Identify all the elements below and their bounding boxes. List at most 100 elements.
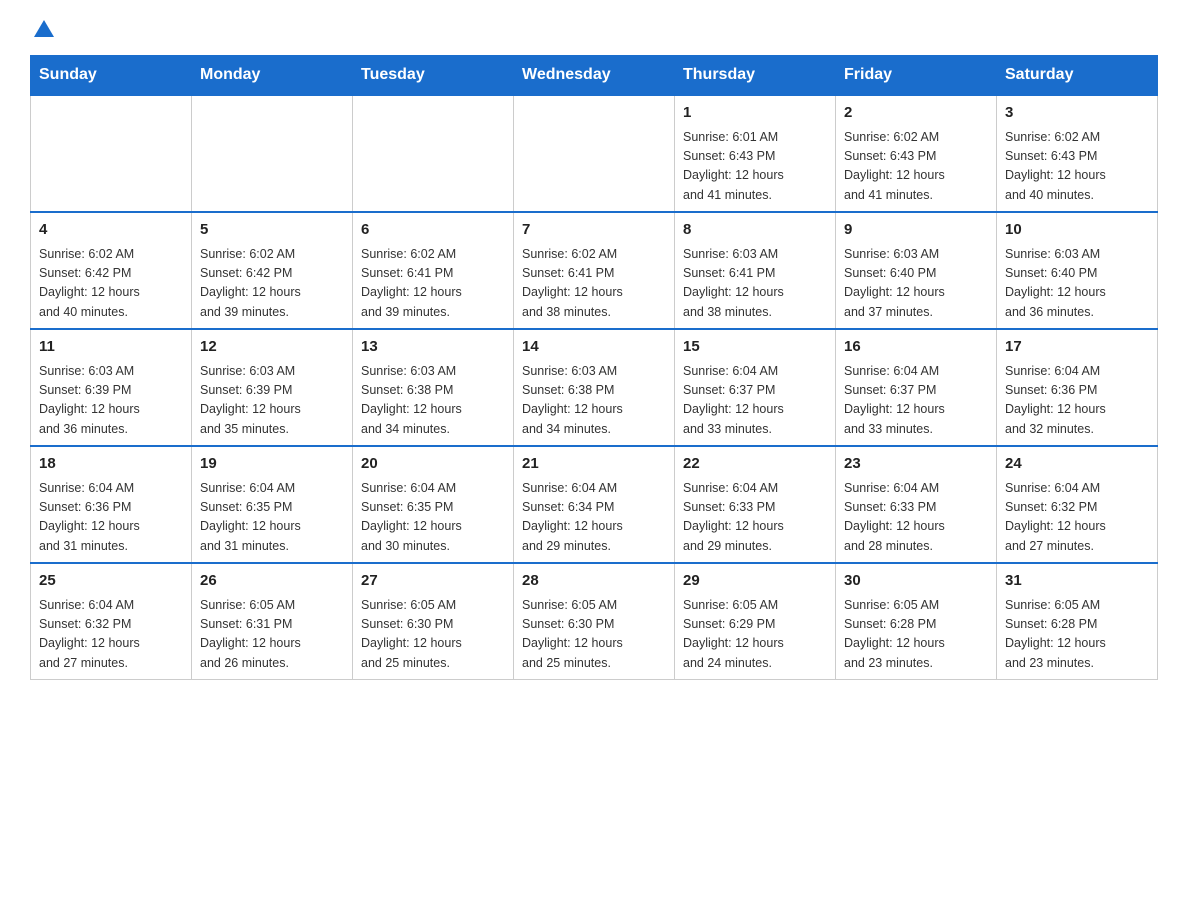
week-row: 18 Sunrise: 6:04 AMSunset: 6:36 PMDayligh… bbox=[31, 446, 1158, 563]
day-number: 26 bbox=[200, 570, 344, 593]
day-info: Sunrise: 6:04 AMSunset: 6:36 PMDaylight:… bbox=[1005, 362, 1149, 440]
week-row: 1 Sunrise: 6:01 AMSunset: 6:43 PMDaylight… bbox=[31, 95, 1158, 212]
calendar-cell: 10Sunrise: 6:03 AMSunset: 6:40 PMDayligh… bbox=[997, 212, 1158, 329]
day-number: 5 bbox=[200, 219, 344, 242]
day-number: 23 bbox=[844, 453, 988, 476]
calendar-cell: 15 Sunrise: 6:04 AMSunset: 6:37 PMDayligh… bbox=[675, 329, 836, 446]
calendar-cell: 3 Sunrise: 6:02 AMSunset: 6:43 PMDaylight… bbox=[997, 95, 1158, 212]
calendar-cell: 12 Sunrise: 6:03 AMSunset: 6:39 PMDayligh… bbox=[192, 329, 353, 446]
day-info: Sunrise: 6:03 AMSunset: 6:41 PMDaylight:… bbox=[683, 245, 827, 323]
day-number: 14 bbox=[522, 336, 666, 359]
day-info: Sunrise: 6:05 AMSunset: 6:30 PMDaylight:… bbox=[361, 596, 505, 674]
day-info: Sunrise: 6:01 AMSunset: 6:43 PMDaylight:… bbox=[683, 128, 827, 206]
calendar-day-header: Wednesday bbox=[514, 56, 675, 96]
day-number: 6 bbox=[361, 219, 505, 242]
week-row: 25 Sunrise: 6:04 AMSunset: 6:32 PMDayligh… bbox=[31, 563, 1158, 680]
calendar-cell: 17 Sunrise: 6:04 AMSunset: 6:36 PMDayligh… bbox=[997, 329, 1158, 446]
calendar-cell: 27 Sunrise: 6:05 AMSunset: 6:30 PMDayligh… bbox=[353, 563, 514, 680]
day-number: 12 bbox=[200, 336, 344, 359]
day-number: 4 bbox=[39, 219, 183, 242]
day-number: 8 bbox=[683, 219, 827, 242]
day-info: Sunrise: 6:02 AMSunset: 6:43 PMDaylight:… bbox=[844, 128, 988, 206]
day-info: Sunrise: 6:04 AMSunset: 6:37 PMDaylight:… bbox=[683, 362, 827, 440]
day-info: Sunrise: 6:02 AMSunset: 6:43 PMDaylight:… bbox=[1005, 128, 1149, 206]
calendar-cell: 14Sunrise: 6:03 AMSunset: 6:38 PMDayligh… bbox=[514, 329, 675, 446]
day-info: Sunrise: 6:03 AMSunset: 6:39 PMDaylight:… bbox=[200, 362, 344, 440]
calendar-cell: 31 Sunrise: 6:05 AMSunset: 6:28 PMDayligh… bbox=[997, 563, 1158, 680]
logo-triangle-icon bbox=[34, 20, 54, 37]
calendar-cell: 24Sunrise: 6:04 AMSunset: 6:32 PMDayligh… bbox=[997, 446, 1158, 563]
calendar-cell bbox=[192, 95, 353, 212]
week-row: 11 Sunrise: 6:03 AMSunset: 6:39 PMDayligh… bbox=[31, 329, 1158, 446]
calendar-cell: 20 Sunrise: 6:04 AMSunset: 6:35 PMDayligh… bbox=[353, 446, 514, 563]
calendar-cell: 30Sunrise: 6:05 AMSunset: 6:28 PMDayligh… bbox=[836, 563, 997, 680]
calendar-cell: 18 Sunrise: 6:04 AMSunset: 6:36 PMDayligh… bbox=[31, 446, 192, 563]
calendar-day-header: Friday bbox=[836, 56, 997, 96]
day-number: 13 bbox=[361, 336, 505, 359]
calendar-cell: 23 Sunrise: 6:04 AMSunset: 6:33 PMDayligh… bbox=[836, 446, 997, 563]
day-info: Sunrise: 6:05 AMSunset: 6:28 PMDaylight:… bbox=[1005, 596, 1149, 674]
day-info: Sunrise: 6:05 AMSunset: 6:31 PMDaylight:… bbox=[200, 596, 344, 674]
calendar-day-header: Sunday bbox=[31, 56, 192, 96]
day-number: 21 bbox=[522, 453, 666, 476]
calendar-cell: 13Sunrise: 6:03 AMSunset: 6:38 PMDayligh… bbox=[353, 329, 514, 446]
calendar-table: SundayMondayTuesdayWednesdayThursdayFrid… bbox=[30, 55, 1158, 680]
day-info: Sunrise: 6:02 AMSunset: 6:41 PMDaylight:… bbox=[361, 245, 505, 323]
day-number: 9 bbox=[844, 219, 988, 242]
day-number: 29 bbox=[683, 570, 827, 593]
day-number: 1 bbox=[683, 102, 827, 125]
day-info: Sunrise: 6:02 AMSunset: 6:42 PMDaylight:… bbox=[200, 245, 344, 323]
day-info: Sunrise: 6:04 AMSunset: 6:33 PMDaylight:… bbox=[683, 479, 827, 557]
day-number: 3 bbox=[1005, 102, 1149, 125]
calendar-header-row: SundayMondayTuesdayWednesdayThursdayFrid… bbox=[31, 56, 1158, 96]
calendar-day-header: Monday bbox=[192, 56, 353, 96]
calendar-cell: 6 Sunrise: 6:02 AMSunset: 6:41 PMDaylight… bbox=[353, 212, 514, 329]
calendar-cell: 2 Sunrise: 6:02 AMSunset: 6:43 PMDaylight… bbox=[836, 95, 997, 212]
calendar-cell: 1 Sunrise: 6:01 AMSunset: 6:43 PMDaylight… bbox=[675, 95, 836, 212]
calendar-cell bbox=[31, 95, 192, 212]
calendar-cell bbox=[514, 95, 675, 212]
day-number: 31 bbox=[1005, 570, 1149, 593]
day-number: 25 bbox=[39, 570, 183, 593]
calendar-cell: 11Sunrise: 6:03 AMSunset: 6:39 PMDayligh… bbox=[31, 329, 192, 446]
day-number: 28 bbox=[522, 570, 666, 593]
calendar-cell: 5 Sunrise: 6:02 AMSunset: 6:42 PMDaylight… bbox=[192, 212, 353, 329]
day-info: Sunrise: 6:03 AMSunset: 6:40 PMDaylight:… bbox=[844, 245, 988, 323]
day-info: Sunrise: 6:04 AMSunset: 6:35 PMDaylight:… bbox=[200, 479, 344, 557]
day-number: 27 bbox=[361, 570, 505, 593]
day-number: 22 bbox=[683, 453, 827, 476]
day-info: Sunrise: 6:02 AMSunset: 6:41 PMDaylight:… bbox=[522, 245, 666, 323]
day-info: Sunrise: 6:04 AMSunset: 6:35 PMDaylight:… bbox=[361, 479, 505, 557]
day-number: 15 bbox=[683, 336, 827, 359]
page-header bbox=[30, 20, 1158, 37]
calendar-cell: 26 Sunrise: 6:05 AMSunset: 6:31 PMDayligh… bbox=[192, 563, 353, 680]
day-number: 11 bbox=[39, 336, 183, 359]
day-number: 30 bbox=[844, 570, 988, 593]
logo bbox=[30, 20, 54, 37]
day-info: Sunrise: 6:04 AMSunset: 6:32 PMDaylight:… bbox=[1005, 479, 1149, 557]
day-info: Sunrise: 6:04 AMSunset: 6:34 PMDaylight:… bbox=[522, 479, 666, 557]
week-row: 4 Sunrise: 6:02 AMSunset: 6:42 PMDaylight… bbox=[31, 212, 1158, 329]
calendar-cell: 7 Sunrise: 6:02 AMSunset: 6:41 PMDaylight… bbox=[514, 212, 675, 329]
day-number: 2 bbox=[844, 102, 988, 125]
day-info: Sunrise: 6:02 AMSunset: 6:42 PMDaylight:… bbox=[39, 245, 183, 323]
calendar-day-header: Thursday bbox=[675, 56, 836, 96]
calendar-cell: 25 Sunrise: 6:04 AMSunset: 6:32 PMDayligh… bbox=[31, 563, 192, 680]
calendar-cell: 21 Sunrise: 6:04 AMSunset: 6:34 PMDayligh… bbox=[514, 446, 675, 563]
calendar-cell: 4 Sunrise: 6:02 AMSunset: 6:42 PMDaylight… bbox=[31, 212, 192, 329]
day-info: Sunrise: 6:04 AMSunset: 6:32 PMDaylight:… bbox=[39, 596, 183, 674]
day-number: 20 bbox=[361, 453, 505, 476]
day-number: 16 bbox=[844, 336, 988, 359]
day-number: 17 bbox=[1005, 336, 1149, 359]
calendar-cell: 19 Sunrise: 6:04 AMSunset: 6:35 PMDayligh… bbox=[192, 446, 353, 563]
day-info: Sunrise: 6:04 AMSunset: 6:33 PMDaylight:… bbox=[844, 479, 988, 557]
calendar-day-header: Tuesday bbox=[353, 56, 514, 96]
day-info: Sunrise: 6:04 AMSunset: 6:37 PMDaylight:… bbox=[844, 362, 988, 440]
day-number: 7 bbox=[522, 219, 666, 242]
calendar-cell: 28Sunrise: 6:05 AMSunset: 6:30 PMDayligh… bbox=[514, 563, 675, 680]
day-number: 18 bbox=[39, 453, 183, 476]
day-number: 19 bbox=[200, 453, 344, 476]
day-info: Sunrise: 6:04 AMSunset: 6:36 PMDaylight:… bbox=[39, 479, 183, 557]
calendar-cell: 8 Sunrise: 6:03 AMSunset: 6:41 PMDaylight… bbox=[675, 212, 836, 329]
calendar-day-header: Saturday bbox=[997, 56, 1158, 96]
